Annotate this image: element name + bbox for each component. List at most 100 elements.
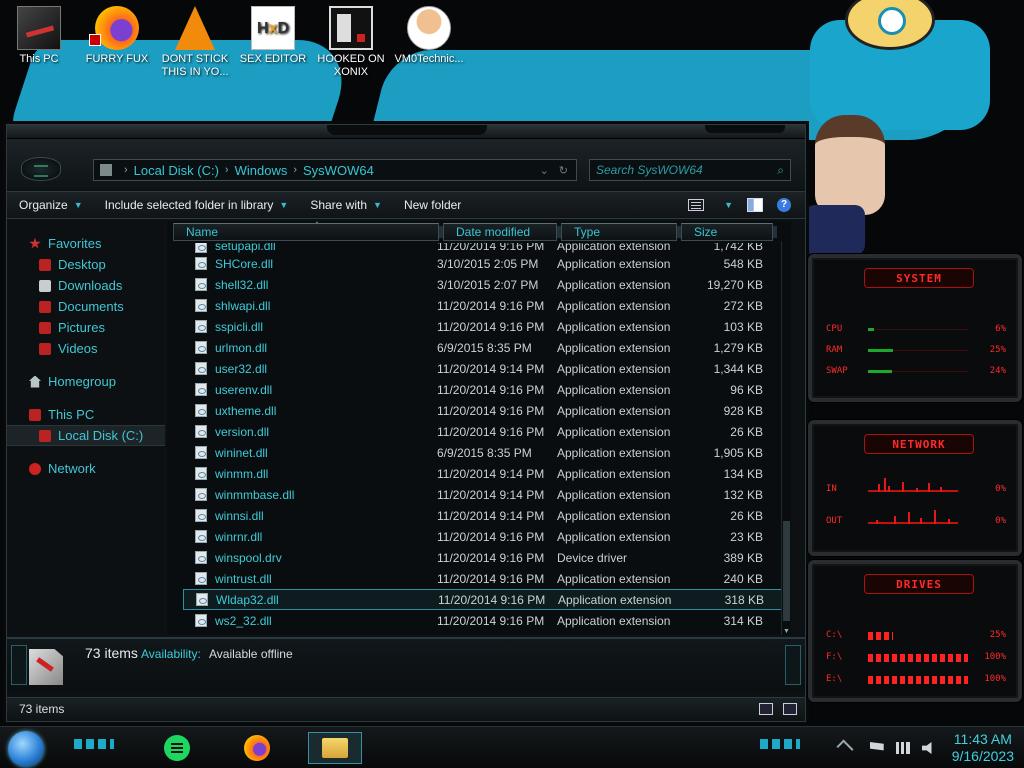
file-size: 318 KB: [724, 592, 764, 607]
nav-item-documents[interactable]: Documents: [7, 296, 165, 317]
file-row[interactable]: winmm.dll 11/20/2014 9:14 PM Application e…: [183, 463, 783, 484]
taskbar-app-file-explorer[interactable]: [308, 732, 362, 764]
file-size: 132 KB: [723, 487, 763, 502]
desktop-icon-vlc[interactable]: DONT STICK THIS IN YO...: [156, 6, 234, 79]
nav-label: Documents: [58, 299, 124, 314]
availability-label: Availability:: [141, 647, 201, 661]
nav-item-network[interactable]: Network: [7, 458, 165, 479]
breadcrumb-separator[interactable]: ›: [293, 164, 297, 176]
refresh-icon[interactable]: ↻: [559, 164, 568, 177]
include-in-library-button[interactable]: Include selected folder in library ▼: [105, 198, 289, 212]
file-size: 1,279 KB: [713, 340, 763, 355]
file-row[interactable]: winrnr.dll 11/20/2014 9:16 PM Application …: [183, 526, 783, 547]
file-size: 1,905 KB: [713, 445, 763, 460]
organize-button[interactable]: Organize ▼: [19, 198, 83, 212]
preview-pane-icon[interactable]: [747, 198, 763, 212]
desktop-icon-vm0technic[interactable]: VM0Technic...: [390, 6, 468, 66]
nav-item-local-disk[interactable]: Local Disk (C:): [7, 425, 165, 446]
dll-file-icon: [195, 530, 207, 543]
search-icon[interactable]: ⌕: [777, 163, 784, 178]
breadcrumb-separator: ›: [124, 164, 128, 176]
file-row[interactable]: ws2_32.dll 11/20/2014 9:16 PM Application …: [183, 610, 783, 631]
scroll-down-arrow-icon[interactable]: ▼: [783, 628, 790, 635]
nav-item-homegroup[interactable]: Homegroup: [7, 371, 165, 392]
column-header-date-modified[interactable]: Date modified: [443, 223, 561, 241]
file-type: Application extension: [557, 508, 671, 523]
vertical-scrollbar[interactable]: ▼: [781, 241, 791, 635]
scrollbar-thumb[interactable]: [783, 521, 790, 621]
nav-item-pictures[interactable]: Pictures: [7, 317, 165, 338]
chevron-down-icon[interactable]: ▼: [724, 200, 733, 210]
window-title-bar[interactable]: [7, 125, 805, 139]
file-row[interactable]: version.dll 11/20/2014 9:16 PM Application…: [183, 421, 783, 442]
help-icon[interactable]: ?: [777, 198, 791, 212]
file-name-cell: wintrust.dll: [183, 572, 437, 586]
desktop-icon-hex-editor[interactable]: HxD SEX EDITOR: [234, 6, 312, 66]
file-name: uxtheme.dll: [215, 403, 277, 418]
nav-item-desktop[interactable]: Desktop: [7, 254, 165, 275]
file-row[interactable]: winmmbase.dll 11/20/2014 9:14 PM Applicati…: [183, 484, 783, 505]
file-row[interactable]: setupapi.dll 11/20/2014 9:16 PM Applicatio…: [183, 243, 783, 253]
file-row[interactable]: uxtheme.dll 11/20/2014 9:16 PM Application…: [183, 400, 783, 421]
new-folder-label: New folder: [403, 198, 462, 212]
search-box[interactable]: ⌕: [589, 159, 791, 181]
widget-title-drives: DRIVES: [864, 574, 974, 594]
desktop-icon-this-pc[interactable]: This PC: [0, 6, 78, 66]
show-hidden-icons-chevron-icon[interactable]: [836, 739, 854, 757]
file-row[interactable]: urlmon.dll 6/9/2015 8:35 PM Application ex…: [183, 337, 783, 358]
taskbar-app-spotify[interactable]: [160, 732, 194, 764]
nav-label: Favorites: [48, 236, 102, 251]
volume-icon[interactable]: [921, 742, 932, 754]
network-status-icon[interactable]: [895, 742, 910, 754]
new-folder-button[interactable]: New folder: [404, 198, 461, 212]
navigation-bar: › Local Disk (C:) › Windows › SysWOW64 ⌄…: [7, 139, 805, 189]
file-row[interactable]: Wldap32.dll 11/20/2014 9:16 PM Application…: [183, 589, 783, 610]
back-forward-button[interactable]: [21, 157, 61, 181]
file-size: 19,270 KB: [706, 277, 763, 292]
file-row[interactable]: wintrust.dll 11/20/2014 9:16 PM Applicatio…: [183, 568, 783, 589]
nav-item-downloads[interactable]: Downloads: [7, 275, 165, 296]
action-center-flag-icon[interactable]: [869, 742, 884, 754]
address-bar[interactable]: › Local Disk (C:) › Windows › SysWOW64 ⌄…: [93, 159, 577, 181]
file-size: 26 KB: [730, 424, 763, 439]
file-row[interactable]: SHCore.dll 3/10/2015 2:05 PM Application e…: [183, 253, 783, 274]
large-icons-view-icon[interactable]: [783, 703, 797, 715]
file-row[interactable]: winspool.drv 11/20/2014 9:16 PM Device dri…: [183, 547, 783, 568]
start-button[interactable]: [8, 731, 44, 767]
file-row[interactable]: shell32.dll 3/10/2015 2:07 PM Application …: [183, 274, 783, 295]
file-row[interactable]: userenv.dll 11/20/2014 9:16 PM Application…: [183, 379, 783, 400]
file-row[interactable]: sspicli.dll 11/20/2014 9:16 PM Application…: [183, 316, 783, 337]
file-row[interactable]: wininet.dll 6/9/2015 8:35 PM Application e…: [183, 442, 783, 463]
file-size: 928 KB: [723, 403, 763, 418]
file-row[interactable]: user32.dll 11/20/2014 9:14 PM Application …: [183, 358, 783, 379]
breadcrumb-separator[interactable]: ›: [225, 164, 229, 176]
column-header-name[interactable]: Name: [173, 223, 443, 241]
breadcrumb-syswow64[interactable]: SysWOW64: [303, 163, 374, 178]
file-row[interactable]: winnsi.dll 11/20/2014 9:14 PM Application …: [183, 505, 783, 526]
details-view-icon[interactable]: [759, 703, 773, 715]
column-header-type[interactable]: Type: [561, 223, 681, 241]
nav-item-videos[interactable]: Videos: [7, 338, 165, 359]
computer-icon: [29, 408, 41, 421]
file-size: 1,742 KB: [713, 243, 763, 253]
column-header-size[interactable]: Size: [681, 223, 777, 241]
breadcrumb-windows[interactable]: Windows: [235, 163, 288, 178]
file-explorer-icon: [322, 738, 348, 758]
nav-item-favorites[interactable]: Favorites: [7, 233, 165, 254]
file-row[interactable]: shlwapi.dll 11/20/2014 9:16 PM Application…: [183, 295, 783, 316]
desktop-icon-furry-fux[interactable]: FURRY FUX: [78, 6, 156, 66]
search-input[interactable]: [596, 163, 756, 177]
clock[interactable]: 11:43 AM 9/16/2023: [952, 731, 1014, 765]
status-bar: 73 items: [7, 697, 805, 721]
change-view-icon[interactable]: [688, 199, 705, 211]
file-date: 6/9/2015 8:35 PM: [437, 445, 532, 460]
share-with-button[interactable]: Share with ▼: [310, 198, 382, 212]
breadcrumb-local-disk[interactable]: Local Disk (C:): [134, 163, 219, 178]
taskbar-app-firefox[interactable]: [240, 732, 274, 764]
desktop-icon-xonix[interactable]: HOOKED ON XONIX: [312, 6, 390, 79]
file-date: 11/20/2014 9:16 PM: [437, 319, 545, 334]
file-name-cell: winmmbase.dll: [183, 488, 437, 502]
file-name: userenv.dll: [215, 382, 273, 397]
nav-item-this-pc[interactable]: This PC: [7, 404, 165, 425]
chevron-down-icon[interactable]: ⌄: [540, 164, 549, 177]
